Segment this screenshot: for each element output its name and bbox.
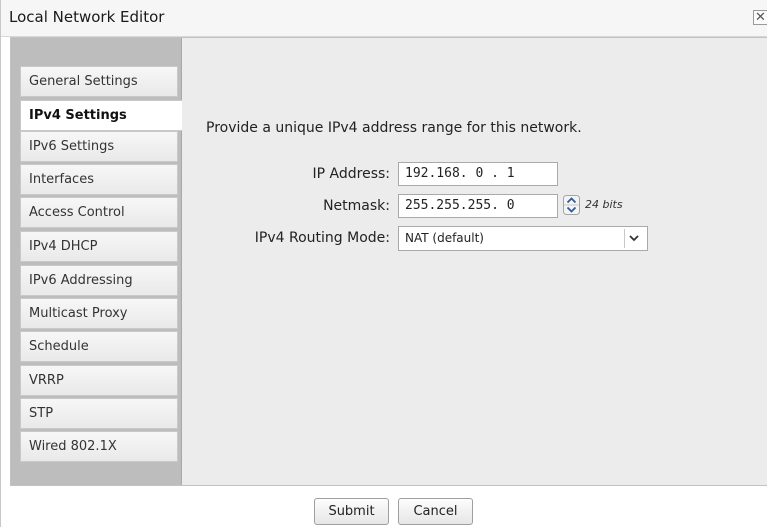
routing-mode-label: IPv4 Routing Mode: [254,230,390,246]
sidebar-item-ipv4-dhcp[interactable]: IPv4 DHCP [20,231,178,262]
sidebar: General Settings IPv4 Settings IPv6 Sett… [11,38,183,485]
window-title: Local Network Editor [9,8,165,26]
ip-address-input[interactable]: 192.168. 0 . 1 [398,162,558,186]
sidebar-item-interfaces[interactable]: Interfaces [20,164,178,195]
settings-panel [182,38,767,485]
netmask-input[interactable]: 255.255.255. 0 [398,194,558,218]
sidebar-item-wired-802-1x[interactable]: Wired 802.1X [20,431,178,462]
cancel-button[interactable]: Cancel [398,498,473,525]
netmask-bits-hint: 24 bits [585,198,623,211]
sidebar-item-access-control[interactable]: Access Control [20,197,178,228]
title-bar: Local Network Editor ✕ [1,0,767,37]
local-network-editor-dialog: Local Network Editor ✕ General Settings … [0,0,767,527]
sidebar-item-general-settings[interactable]: General Settings [20,66,178,97]
routing-mode-select[interactable]: NAT (default) [398,226,648,251]
sidebar-item-multicast-proxy[interactable]: Multicast Proxy [20,298,178,329]
sidebar-item-ipv4-settings[interactable]: IPv4 Settings [20,100,183,131]
ip-address-label: IP Address: [312,166,391,182]
netmask-stepper[interactable] [563,195,580,215]
sidebar-item-vrrp[interactable]: VRRP [20,365,178,396]
netmask-label: Netmask: [323,198,390,214]
intro-text: Provide a unique IPv4 address range for … [206,120,582,136]
chevron-down-icon [624,229,643,248]
sidebar-item-schedule[interactable]: Schedule [20,331,178,362]
sidebar-item-ipv6-settings[interactable]: IPv6 Settings [20,131,178,162]
close-icon[interactable]: ✕ [753,10,767,25]
sidebar-item-stp[interactable]: STP [20,398,178,429]
routing-mode-value: NAT (default) [405,231,484,245]
submit-button[interactable]: Submit [314,498,389,525]
sidebar-item-ipv6-addressing[interactable]: IPv6 Addressing [20,265,178,296]
